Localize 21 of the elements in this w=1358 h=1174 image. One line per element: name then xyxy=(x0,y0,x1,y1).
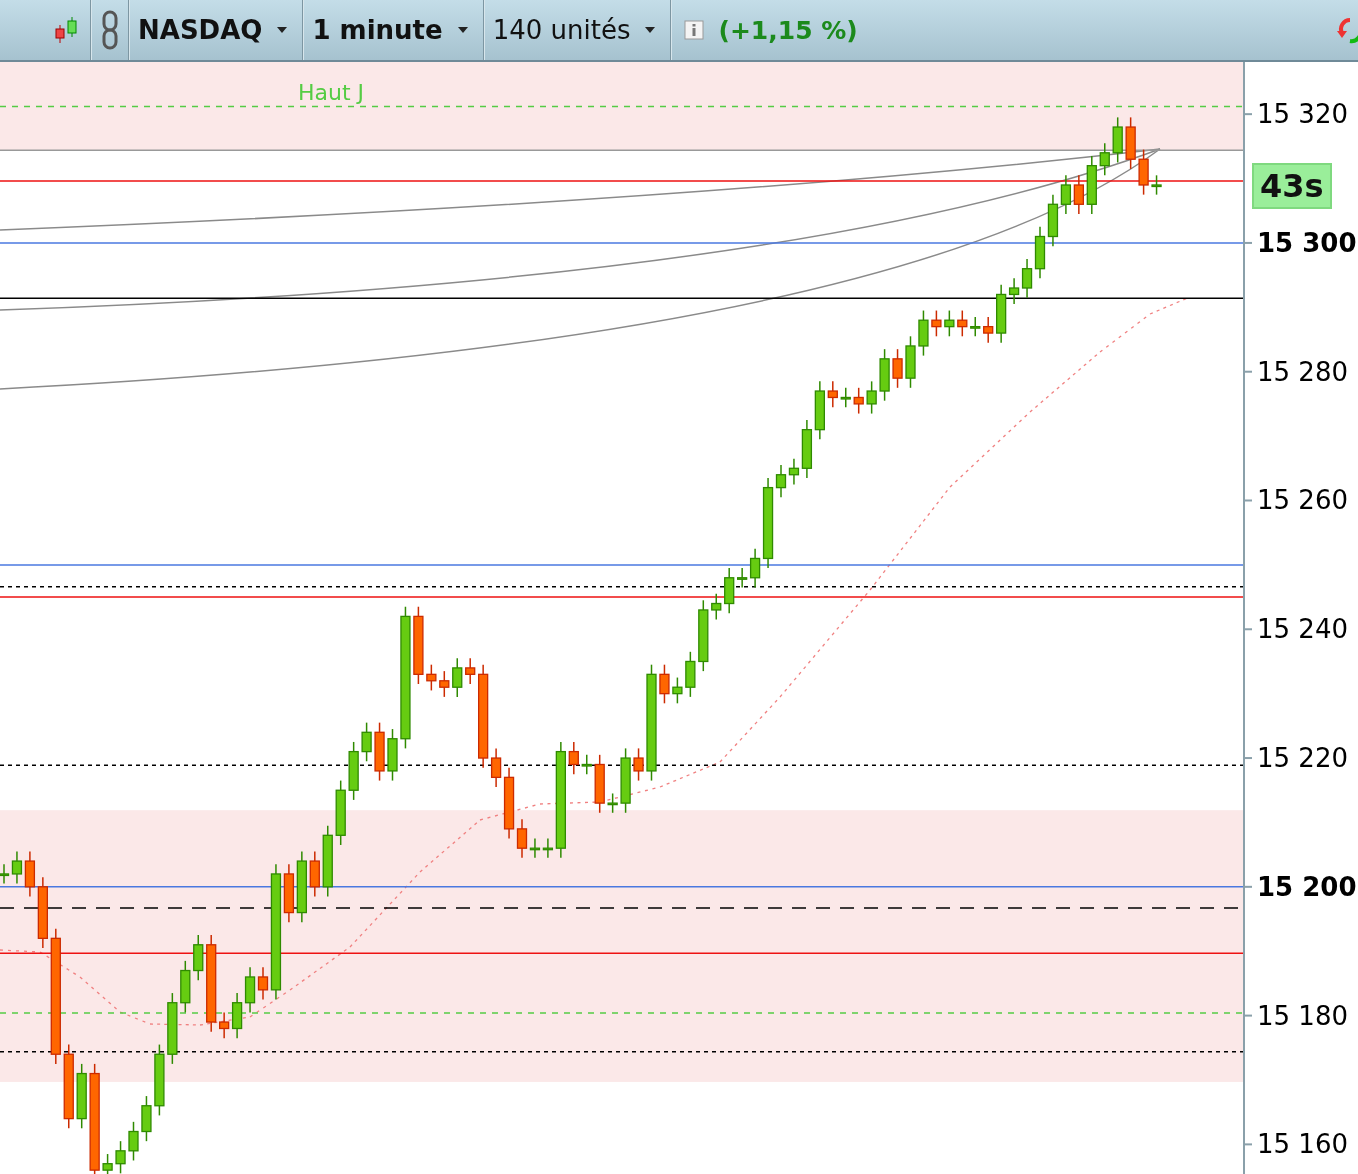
axis-label: 15 300 xyxy=(1257,227,1357,258)
instrument-dropdown[interactable]: NASDAQ xyxy=(130,0,303,60)
axis-label: 15 320 xyxy=(1257,99,1348,130)
axis-label: 15 260 xyxy=(1257,485,1348,516)
axis-label: 15 180 xyxy=(1257,1000,1348,1031)
caret-icon xyxy=(276,26,289,34)
axis-label: 15 240 xyxy=(1257,614,1348,645)
axis-label: 15 280 xyxy=(1257,356,1348,387)
units-dropdown[interactable]: 140 unités xyxy=(484,0,671,60)
info-icon[interactable] xyxy=(684,20,705,40)
interval-dropdown[interactable]: 1 minute xyxy=(304,0,483,60)
countdown-badge: 43s xyxy=(1252,162,1332,209)
axis-label: 15 220 xyxy=(1257,743,1348,774)
axis-label: 15 160 xyxy=(1257,1129,1348,1160)
axis-label: 15 200 xyxy=(1257,871,1357,902)
refresh-icon[interactable] xyxy=(1336,15,1358,45)
level-label: Haut J xyxy=(298,80,365,106)
caret-icon xyxy=(456,26,469,34)
caret-icon xyxy=(644,26,657,34)
change-percent: (+1,15 %) xyxy=(718,15,858,45)
chain-link-icon[interactable] xyxy=(100,10,120,50)
